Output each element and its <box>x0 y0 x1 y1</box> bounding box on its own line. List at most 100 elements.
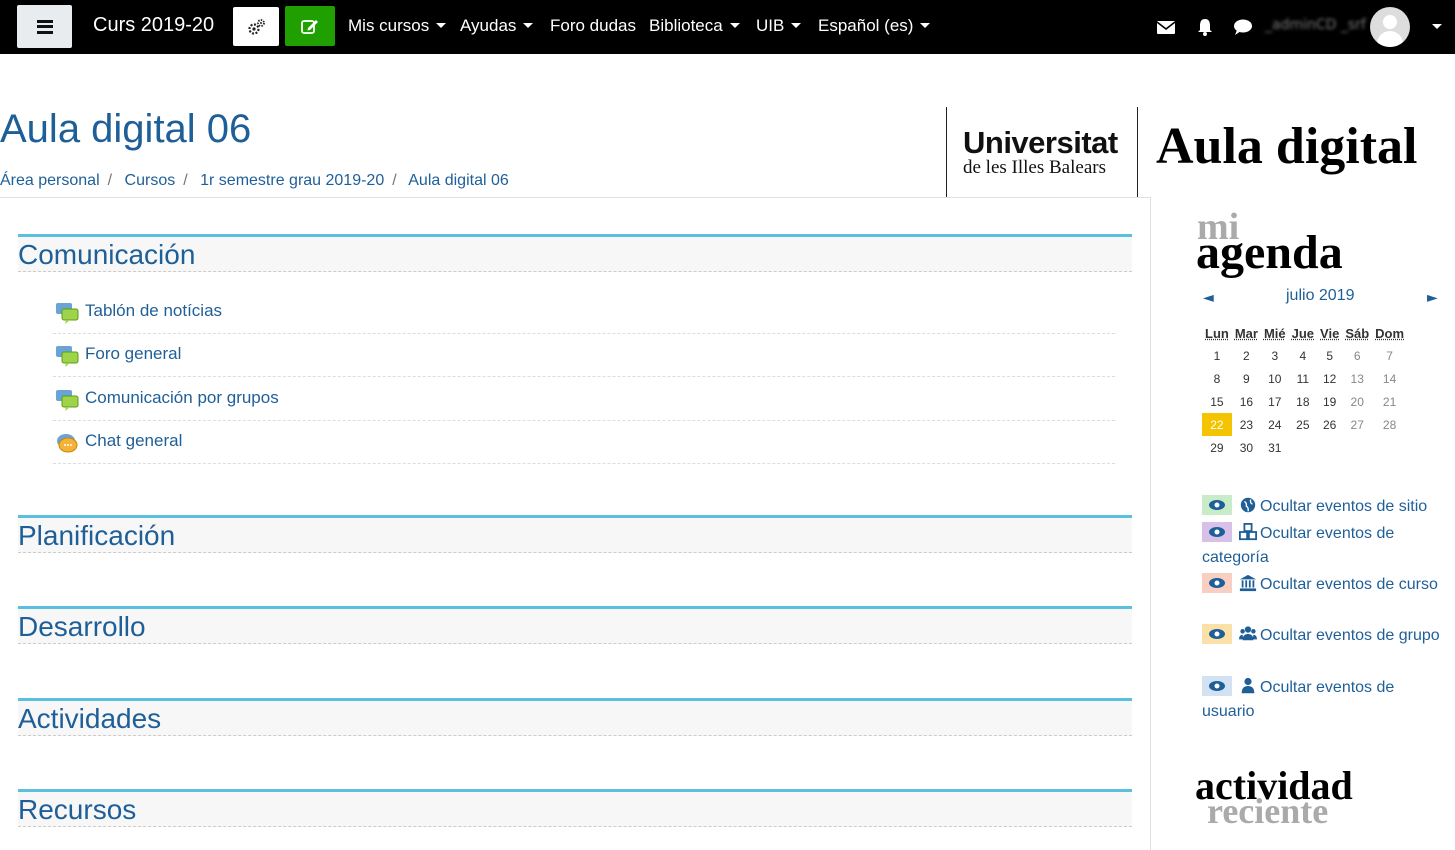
calendar-day[interactable]: 20 <box>1342 390 1372 413</box>
nav-uib[interactable]: UIB <box>756 16 802 36</box>
calendar-day[interactable]: 5 <box>1317 344 1342 367</box>
settings-button[interactable] <box>233 7 279 46</box>
section-desarrollo: Desarrollo <box>18 606 1132 644</box>
section-planificacion: Planificación <box>18 515 1132 553</box>
section-title[interactable]: Comunicación <box>18 239 195 271</box>
calendar-day[interactable]: 29 <box>1202 436 1232 459</box>
calendar-month-link[interactable]: julio 2019 <box>1286 287 1355 305</box>
calendar-day[interactable]: 28 <box>1372 413 1407 436</box>
calendar-today[interactable]: 22 <box>1202 413 1232 436</box>
calendar-weekday-row: Lun Mar Mié Jue Vie Sáb Dom <box>1202 322 1407 344</box>
eye-icon <box>1202 495 1232 515</box>
calendar-day[interactable]: 27 <box>1342 413 1372 436</box>
calendar-day[interactable]: 11 <box>1289 367 1317 390</box>
activity-item[interactable]: Chat general <box>53 420 1115 464</box>
calendar-day[interactable]: 25 <box>1289 413 1317 436</box>
weekday-header: Jue <box>1291 325 1315 341</box>
user-icon <box>1241 677 1255 694</box>
calendar-day[interactable]: 4 <box>1289 344 1317 367</box>
avatar[interactable] <box>1370 7 1410 47</box>
activity-link[interactable]: Foro general <box>85 344 181 364</box>
calendar-day[interactable]: 9 <box>1232 367 1261 390</box>
calendar-week-row: 29 30 31 <box>1202 436 1407 459</box>
weekday-header: Dom <box>1375 325 1405 341</box>
activity-item[interactable]: Foro general <box>53 333 1115 377</box>
breadcrumb-semestre[interactable]: 1r semestre grau 2019-20 <box>200 172 384 189</box>
breadcrumb-current-course[interactable]: Aula digital 06 <box>408 172 509 189</box>
section-title[interactable]: Planificación <box>18 520 175 552</box>
eye-icon <box>1202 676 1232 696</box>
section-title[interactable]: Desarrollo <box>18 611 146 643</box>
drawer-toggle-button[interactable] <box>17 5 72 48</box>
activity-item[interactable]: Tablón de notícias <box>53 290 1115 334</box>
edit-mode-button[interactable] <box>285 6 335 46</box>
calendar-day[interactable]: 10 <box>1261 367 1289 390</box>
toggle-category-events[interactable]: Ocultar eventos de categoría <box>1202 522 1442 570</box>
bell-icon[interactable] <box>1195 17 1215 37</box>
calendar-day[interactable]: 1 <box>1202 344 1232 367</box>
cubes-icon <box>1239 523 1257 541</box>
next-month-arrow-icon[interactable]: ► <box>1427 290 1438 306</box>
logo-line-1: Universitat <box>963 125 1118 160</box>
calendar-day[interactable]: 2 <box>1232 344 1261 367</box>
toggle-site-events[interactable]: Ocultar eventos de sitio <box>1202 495 1442 519</box>
section-title[interactable]: Actividades <box>18 703 161 735</box>
toggle-course-events[interactable]: Ocultar eventos de curso <box>1202 573 1442 597</box>
calendar-day[interactable]: 23 <box>1232 413 1261 436</box>
toggle-group-events[interactable]: Ocultar eventos de grupo <box>1202 624 1442 648</box>
nav-mis-cursos[interactable]: Mis cursos <box>348 16 447 36</box>
calendar-day[interactable]: 12 <box>1317 367 1342 390</box>
globe-icon <box>1240 497 1256 513</box>
site-name-link[interactable]: Curs 2019-20 <box>93 14 214 37</box>
edit-icon <box>301 20 318 34</box>
calendar-week-row: 15 16 17 18 19 20 21 <box>1202 390 1407 413</box>
calendar-day[interactable]: 26 <box>1317 413 1342 436</box>
gears-icon <box>248 18 265 35</box>
calendar-day[interactable]: 15 <box>1202 390 1232 413</box>
chat-bubble-icon[interactable] <box>1233 17 1253 37</box>
logo-line-2: de les Illes Balears <box>963 157 1106 178</box>
activity-item[interactable]: Comunicación por grupos <box>53 377 1115 421</box>
calendar-day[interactable]: 16 <box>1232 390 1261 413</box>
calendar-day[interactable]: 18 <box>1289 390 1317 413</box>
nav-language[interactable]: Español (es) <box>818 16 931 36</box>
activity-link[interactable]: Comunicación por grupos <box>85 388 279 408</box>
calendar-day[interactable]: 21 <box>1372 390 1407 413</box>
weekday-header: Lun <box>1205 325 1229 341</box>
calendar-day[interactable]: 6 <box>1342 344 1372 367</box>
calendar-day[interactable]: 13 <box>1342 367 1372 390</box>
calendar-day[interactable]: 14 <box>1372 367 1407 390</box>
calendar-day[interactable]: 30 <box>1232 436 1261 459</box>
nav-label: Biblioteca <box>649 16 723 35</box>
nav-biblioteca[interactable]: Biblioteca <box>649 16 740 36</box>
nav-label: Ayudas <box>460 16 517 35</box>
activity-link[interactable]: Chat general <box>85 431 182 451</box>
weekday-header: Mar <box>1234 325 1258 341</box>
breadcrumb-area-personal[interactable]: Área personal <box>0 172 100 189</box>
calendar-day[interactable]: 17 <box>1261 390 1289 413</box>
prev-month-arrow-icon[interactable]: ◄ <box>1203 290 1214 306</box>
calendar-table: Lun Mar Mié Jue Vie Sáb Dom 1 2 3 4 5 6 7 8 9 10 11 12 13 1… <box>1202 322 1407 459</box>
forum-icon <box>56 346 79 367</box>
calendar-day[interactable]: 24 <box>1261 413 1289 436</box>
calendar-day[interactable]: 7 <box>1372 344 1407 367</box>
activity-link[interactable]: Tablón de notícias <box>85 301 222 321</box>
weekday-header: Mié <box>1263 325 1286 341</box>
breadcrumb-cursos[interactable]: Cursos <box>125 172 176 189</box>
recent-activity-subtitle: reciente <box>1207 791 1329 831</box>
envelope-icon[interactable] <box>1156 17 1176 37</box>
user-name[interactable]: _adminCD _srf <box>1265 17 1366 33</box>
nav-ayudas[interactable]: Ayudas <box>460 16 534 36</box>
chat-icon <box>57 434 78 453</box>
eye-icon <box>1202 573 1232 593</box>
calendar-day[interactable]: 8 <box>1202 367 1232 390</box>
calendar-day[interactable]: 19 <box>1317 390 1342 413</box>
user-menu-caret-icon[interactable] <box>1432 24 1442 29</box>
section-title[interactable]: Recursos <box>18 794 136 826</box>
calendar-empty-cell <box>1342 436 1372 459</box>
nav-foro-dudas[interactable]: Foro dudas <box>550 16 636 36</box>
toggle-user-events[interactable]: Ocultar eventos de usuario <box>1202 676 1442 724</box>
hamburger-icon <box>36 19 53 34</box>
calendar-day[interactable]: 31 <box>1261 436 1289 459</box>
calendar-day[interactable]: 3 <box>1261 344 1289 367</box>
